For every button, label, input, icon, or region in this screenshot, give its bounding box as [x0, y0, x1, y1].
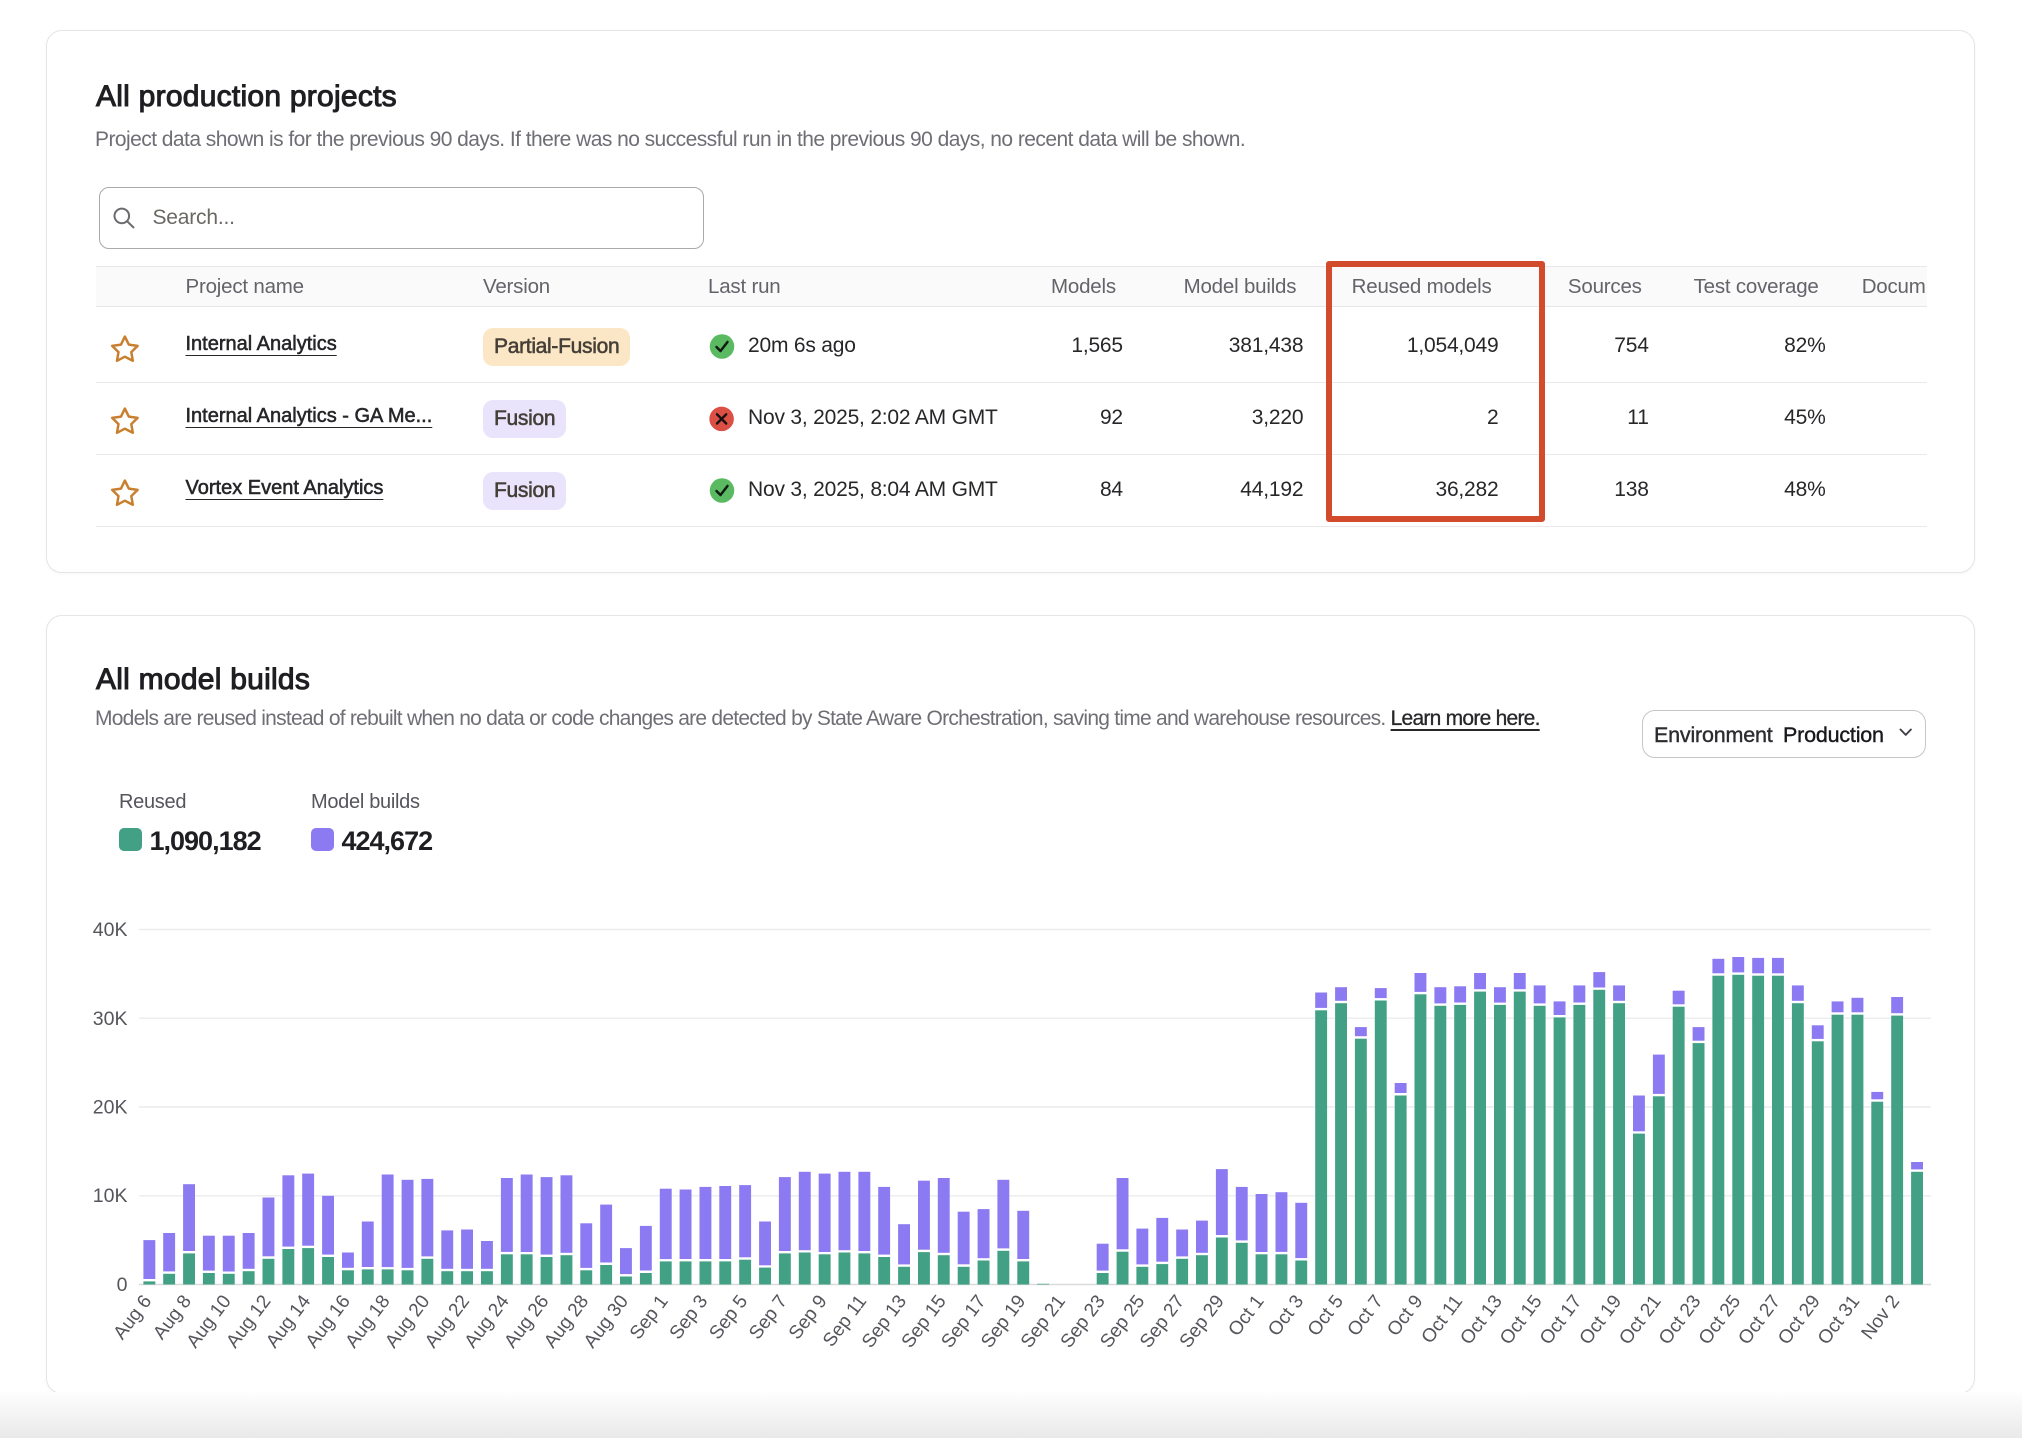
svg-text:Nov 2: Nov 2: [1858, 1291, 1905, 1343]
svg-text:Oct 25: Oct 25: [1695, 1291, 1745, 1348]
svg-text:40K: 40K: [93, 919, 128, 941]
svg-text:Oct 3: Oct 3: [1264, 1291, 1308, 1340]
svg-text:Oct 21: Oct 21: [1615, 1291, 1665, 1348]
svg-text:Oct 1: Oct 1: [1224, 1291, 1268, 1340]
svg-text:30K: 30K: [93, 1008, 128, 1030]
svg-text:Sep 5: Sep 5: [706, 1291, 753, 1343]
svg-text:Oct 27: Oct 27: [1735, 1291, 1785, 1348]
svg-text:10K: 10K: [93, 1185, 128, 1207]
svg-text:Oct 31: Oct 31: [1814, 1291, 1864, 1348]
svg-text:Oct 17: Oct 17: [1536, 1291, 1586, 1348]
svg-text:Oct 7: Oct 7: [1344, 1291, 1388, 1340]
svg-text:Oct 5: Oct 5: [1304, 1291, 1348, 1340]
svg-text:Sep 3: Sep 3: [666, 1291, 713, 1343]
svg-text:Sep 1: Sep 1: [626, 1291, 673, 1343]
svg-text:Sep 7: Sep 7: [745, 1291, 792, 1343]
svg-text:Oct 23: Oct 23: [1655, 1291, 1705, 1348]
svg-text:20K: 20K: [93, 1097, 128, 1119]
svg-text:Oct 15: Oct 15: [1496, 1291, 1546, 1348]
svg-text:Oct 13: Oct 13: [1456, 1291, 1506, 1348]
svg-text:Oct 29: Oct 29: [1774, 1291, 1824, 1348]
svg-text:0: 0: [117, 1274, 128, 1296]
svg-text:Aug 6: Aug 6: [110, 1291, 157, 1343]
svg-text:Oct 19: Oct 19: [1576, 1291, 1626, 1348]
